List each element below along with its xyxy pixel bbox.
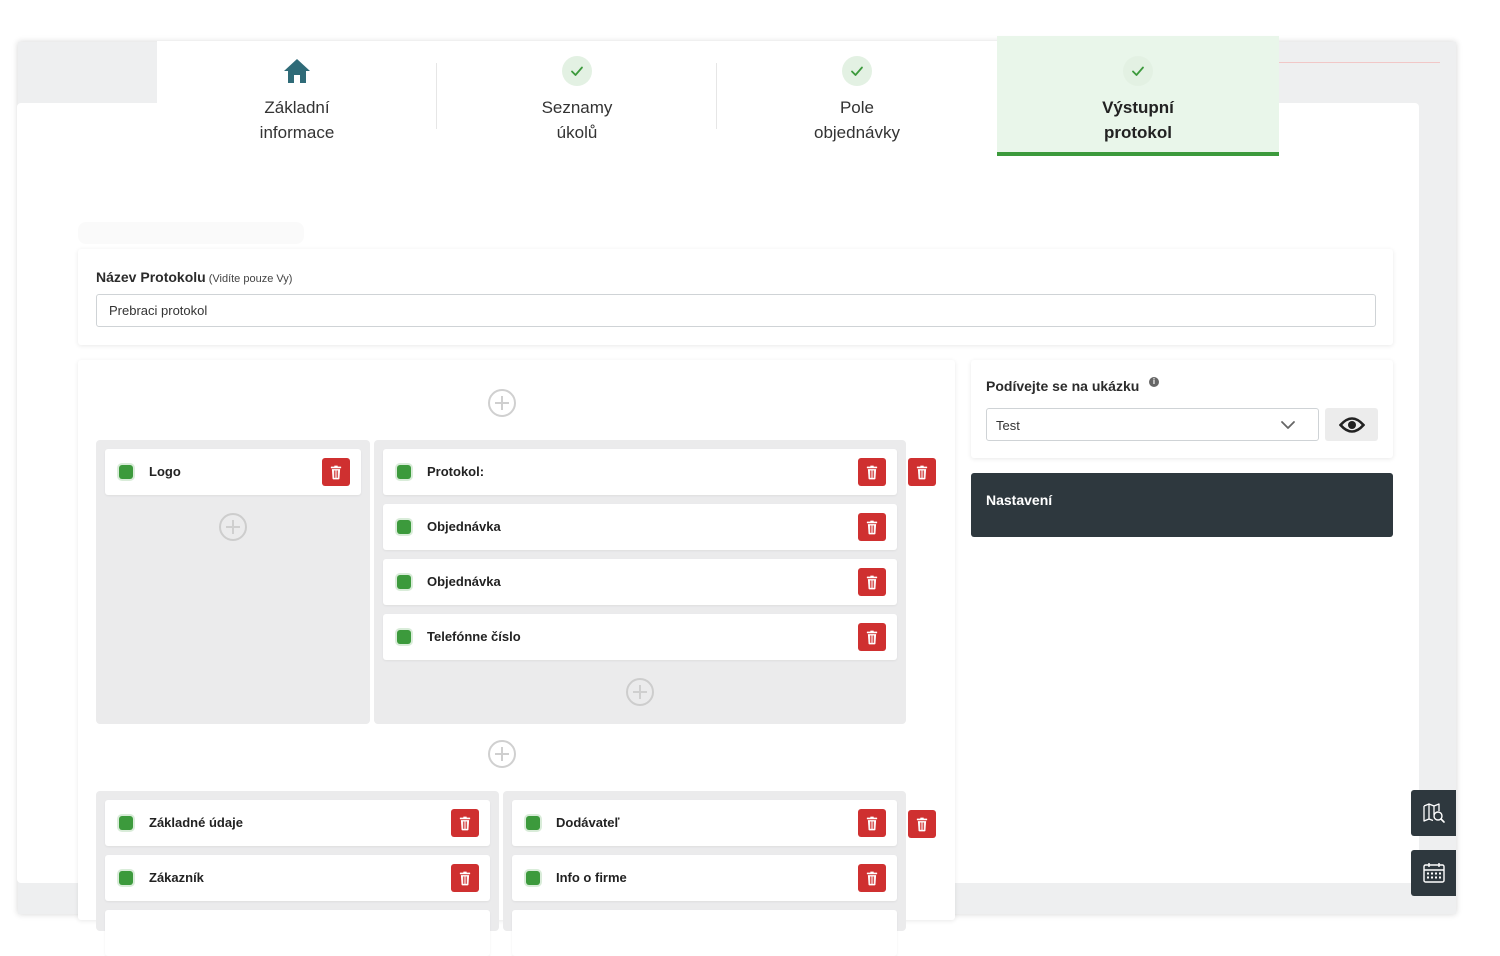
trash-icon bbox=[916, 465, 928, 480]
placeholder-bar bbox=[78, 222, 304, 244]
list-item[interactable]: Dodávateľ bbox=[512, 800, 897, 846]
trash-icon bbox=[866, 520, 878, 535]
map-search-button[interactable] bbox=[1411, 790, 1456, 836]
list-item[interactable]: Info o firme bbox=[512, 855, 897, 901]
preview-card: Podívejte se na ukázku i Test bbox=[971, 360, 1393, 458]
tab-label: Základní informace bbox=[259, 98, 335, 142]
protocol-name-card: Název Protokolu (Vidíte pouze Vy) bbox=[78, 249, 1393, 345]
drag-handle-icon[interactable] bbox=[397, 465, 411, 479]
builder-column: Protokol: Objednávka Objednávka Telefónn… bbox=[374, 440, 906, 724]
wizard-tabs: Základní informace Seznamy úkolů Pole ob… bbox=[157, 36, 1279, 157]
delete-button[interactable] bbox=[322, 458, 350, 486]
trash-icon bbox=[866, 575, 878, 590]
delete-button[interactable] bbox=[858, 864, 886, 892]
preview-select[interactable]: Test bbox=[986, 408, 1319, 441]
protocol-builder: Logo Protokol: Objednávka Objednávka Tel… bbox=[78, 360, 955, 956]
add-row-icon[interactable] bbox=[488, 740, 516, 768]
delete-row-button[interactable] bbox=[908, 810, 936, 838]
delete-button[interactable] bbox=[858, 623, 886, 651]
protocol-name-label: Název Protokolu (Vidíte pouze Vy) bbox=[96, 269, 293, 285]
drag-handle-icon[interactable] bbox=[119, 816, 133, 830]
delete-button[interactable] bbox=[451, 864, 479, 892]
tab-output-protocol[interactable]: Výstupní protokol bbox=[997, 36, 1279, 156]
delete-row-button[interactable] bbox=[908, 458, 936, 486]
protocol-name-input[interactable] bbox=[96, 294, 1376, 327]
tab-label: Pole objednávky bbox=[813, 98, 900, 142]
delete-button[interactable] bbox=[858, 809, 886, 837]
chevron-down-icon bbox=[1281, 421, 1295, 429]
list-item[interactable] bbox=[105, 910, 490, 956]
trash-icon bbox=[459, 816, 471, 831]
trash-icon bbox=[916, 817, 928, 832]
trash-icon bbox=[866, 630, 878, 645]
trash-icon bbox=[866, 816, 878, 831]
tab-task-lists[interactable]: Seznamy úkolů bbox=[437, 41, 717, 151]
add-item-icon[interactable] bbox=[626, 678, 654, 706]
delete-button[interactable] bbox=[858, 458, 886, 486]
drag-handle-icon[interactable] bbox=[119, 871, 133, 885]
builder-column: Logo bbox=[96, 440, 370, 724]
list-item[interactable]: Telefónne číslo bbox=[383, 614, 897, 660]
protocol-name-hint: (Vidíte pouze Vy) bbox=[208, 273, 293, 285]
list-item[interactable]: Základné údaje bbox=[105, 800, 490, 846]
preview-button[interactable] bbox=[1325, 408, 1378, 441]
settings-panel-header[interactable]: Nastavení bbox=[971, 473, 1393, 537]
divider bbox=[1262, 62, 1440, 63]
delete-button[interactable] bbox=[858, 513, 886, 541]
info-icon[interactable]: i bbox=[1149, 377, 1159, 387]
tab-label: Seznamy úkolů bbox=[541, 98, 613, 142]
tab-order-fields[interactable]: Pole objednávky bbox=[717, 41, 997, 151]
tab-label: Výstupní protokol bbox=[1102, 98, 1174, 142]
check-icon bbox=[562, 56, 592, 86]
calendar-button[interactable] bbox=[1411, 850, 1456, 896]
list-item[interactable]: Logo bbox=[105, 449, 361, 495]
add-item-icon[interactable] bbox=[219, 513, 247, 541]
drag-handle-icon[interactable] bbox=[119, 465, 133, 479]
add-row-icon[interactable] bbox=[488, 389, 516, 417]
builder-column: Základné údaje Zákazník bbox=[96, 791, 499, 956]
check-icon bbox=[842, 56, 872, 86]
drag-handle-icon[interactable] bbox=[397, 520, 411, 534]
calendar-icon bbox=[1422, 863, 1445, 883]
settings-label: Nastavení bbox=[986, 492, 1053, 508]
list-item[interactable]: Zákazník bbox=[105, 855, 490, 901]
check-icon bbox=[1123, 56, 1153, 86]
delete-button[interactable] bbox=[451, 809, 479, 837]
trash-icon bbox=[866, 465, 878, 480]
trash-icon bbox=[459, 871, 471, 886]
eye-icon bbox=[1338, 416, 1365, 433]
preview-title: Podívejte se na ukázku bbox=[986, 378, 1140, 394]
list-item[interactable]: Objednávka bbox=[383, 504, 897, 550]
preview-select-value: Test bbox=[996, 418, 1020, 433]
trash-icon bbox=[330, 465, 342, 480]
drag-handle-icon[interactable] bbox=[397, 630, 411, 644]
list-item[interactable] bbox=[512, 910, 897, 956]
drag-handle-icon[interactable] bbox=[526, 816, 540, 830]
drag-handle-icon[interactable] bbox=[526, 871, 540, 885]
trash-icon bbox=[866, 871, 878, 886]
list-item[interactable]: Protokol: bbox=[383, 449, 897, 495]
home-icon bbox=[284, 59, 310, 83]
list-item[interactable]: Objednávka bbox=[383, 559, 897, 605]
builder-column: Dodávateľ Info o firme bbox=[503, 791, 906, 956]
drag-handle-icon[interactable] bbox=[397, 575, 411, 589]
tab-basic-info[interactable]: Základní informace bbox=[157, 41, 437, 151]
delete-button[interactable] bbox=[858, 568, 886, 596]
map-search-icon bbox=[1422, 803, 1445, 823]
